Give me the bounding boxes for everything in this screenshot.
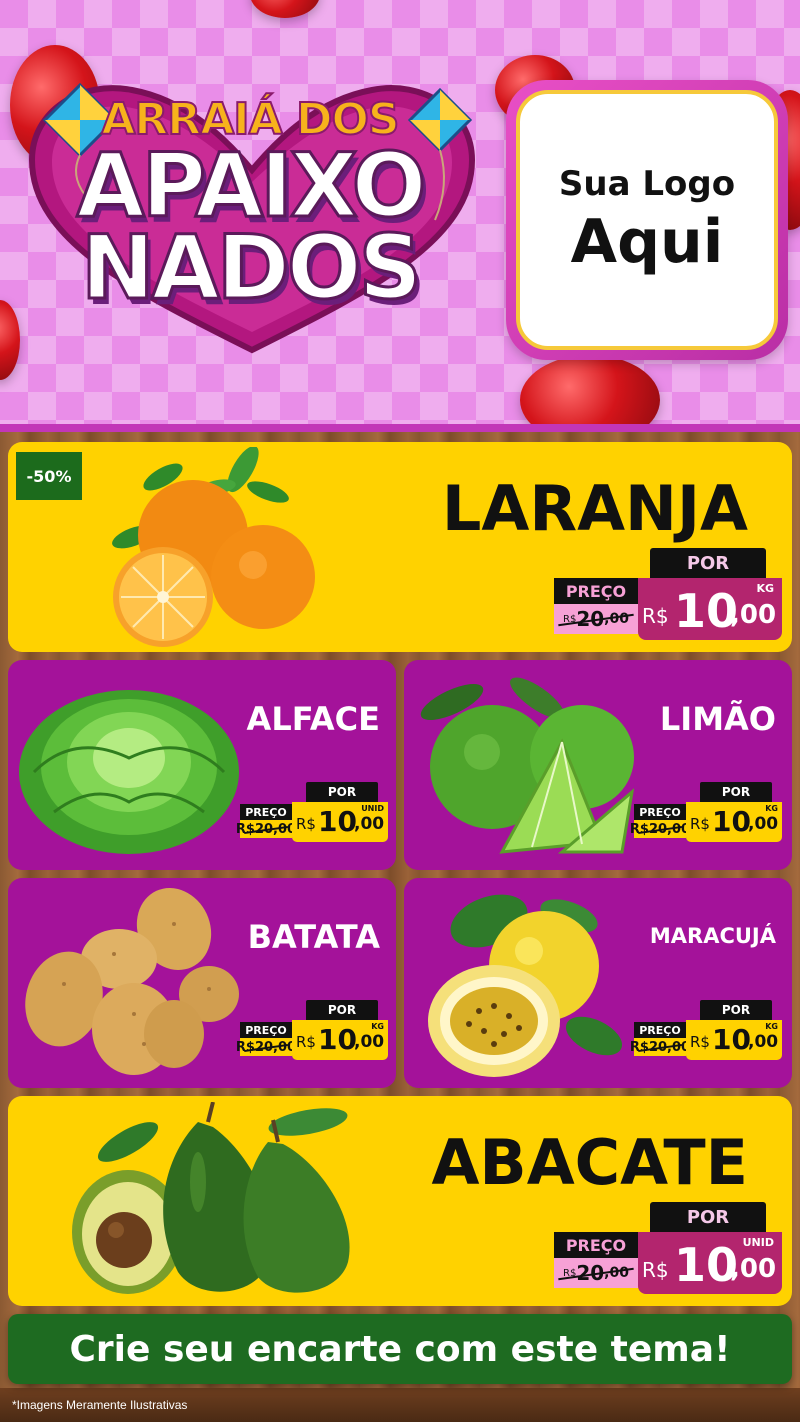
old-price: R$20,00 <box>630 1038 690 1056</box>
old-price: R$20,00 <box>630 820 690 838</box>
price-decimal: ,00 <box>748 1032 779 1052</box>
product-card-laranja[interactable]: -50% LARANJA POR PREÇO R$20,00 R$ 10 ,00… <box>8 442 792 652</box>
event-title: ARRAIÁ DOS APAIXO NADOS <box>40 94 460 345</box>
orange-image <box>112 447 315 647</box>
price-unit: UNID <box>361 804 384 813</box>
potato-image <box>25 888 239 1075</box>
product-card-abacate[interactable]: ABACATE POR PREÇO R$20,00 R$ 10 ,00 UNID <box>8 1096 792 1306</box>
lime-image <box>420 677 635 854</box>
preco-label: PREÇO <box>240 804 292 820</box>
price-unit: UNID <box>742 1236 774 1249</box>
price-currency: R$ <box>642 1258 669 1282</box>
heart-balloon-icon <box>250 0 320 18</box>
por-label: POR <box>650 548 766 578</box>
logo-text-line-1: Sua Logo <box>558 164 736 204</box>
lettuce-image <box>19 690 239 854</box>
title-line-2: APAIXO <box>75 134 428 237</box>
product-name: ALFACE <box>246 700 380 738</box>
price-integer: 10 <box>318 1023 357 1056</box>
create-flyer-button[interactable]: Crie seu encarte com este tema! <box>8 1314 792 1384</box>
price-decimal: ,00 <box>354 1032 385 1052</box>
price-currency: R$ <box>296 1033 316 1051</box>
avocado-image <box>72 1102 350 1294</box>
new-price: R$ 10 ,00 UNID <box>638 1232 782 1294</box>
price-integer: 10 <box>674 1238 739 1292</box>
old-price: R$20,00 <box>236 1038 296 1056</box>
new-price: R$ 10 ,00 KG <box>292 1020 388 1060</box>
logo-placeholder[interactable]: Sua Logo Aqui <box>506 80 788 360</box>
por-label: POR <box>306 782 378 802</box>
product-name: MARACUJÁ <box>649 924 776 948</box>
price-currency: R$ <box>642 604 669 628</box>
price-currency: R$ <box>690 815 710 833</box>
por-label: POR <box>700 782 772 802</box>
price-decimal: ,00 <box>748 814 779 834</box>
old-price: R$20,00 <box>554 604 638 634</box>
heart-balloon-icon <box>520 355 660 432</box>
product-name: LARANJA <box>441 472 748 545</box>
new-price: R$ 10 ,00 KG <box>686 802 782 842</box>
title-line-3: NADOS <box>80 216 424 319</box>
product-card-maracuja[interactable]: MARACUJÁ POR PREÇO R$20,00 R$ 10 ,00 KG <box>404 878 792 1088</box>
preco-label: PREÇO <box>634 1022 686 1038</box>
por-label: POR <box>650 1202 766 1232</box>
product-name: LIMÃO <box>659 700 776 738</box>
price-integer: 10 <box>318 805 357 838</box>
header-banner: ARRAIÁ DOS APAIXO NADOS Sua Logo Aqui <box>0 0 800 432</box>
price-integer: 10 <box>674 584 739 638</box>
passion-fruit-image <box>428 894 623 1077</box>
discount-badge: -50% <box>16 452 82 500</box>
preco-label: PREÇO <box>240 1022 292 1038</box>
product-card-limao[interactable]: LIMÃO POR PREÇO R$20,00 R$ 10 ,00 KG <box>404 660 792 870</box>
price-unit: KG <box>371 1022 384 1031</box>
new-price: R$ 10 ,00 KG <box>638 578 782 640</box>
price-unit: KG <box>765 1022 778 1031</box>
preco-label: PREÇO <box>554 578 638 604</box>
new-price: R$ 10 ,00 UNID <box>292 802 388 842</box>
price-unit: KG <box>765 804 778 813</box>
price-decimal: ,00 <box>730 600 777 630</box>
preco-label: PREÇO <box>634 804 686 820</box>
product-name: ABACATE <box>431 1126 748 1199</box>
por-label: POR <box>700 1000 772 1020</box>
price-unit: KG <box>756 582 774 595</box>
product-card-batata[interactable]: BATATA POR PREÇO R$20,00 R$ 10 ,00 KG <box>8 878 396 1088</box>
logo-text-line-2: Aqui <box>570 207 724 277</box>
price-decimal: ,00 <box>354 814 385 834</box>
price-currency: R$ <box>296 815 316 833</box>
price-integer: 10 <box>712 1023 751 1056</box>
price-decimal: ,00 <box>730 1254 777 1284</box>
price-currency: R$ <box>690 1033 710 1051</box>
preco-label: PREÇO <box>554 1232 638 1258</box>
old-price: R$20,00 <box>236 820 296 838</box>
product-card-alface[interactable]: ALFACE POR PREÇO R$20,00 R$ 10 ,00 UNID <box>8 660 396 870</box>
old-price: R$20,00 <box>554 1258 638 1288</box>
por-label: POR <box>306 1000 378 1020</box>
disclaimer-text: *Imagens Meramente Ilustrativas <box>12 1398 188 1412</box>
price-integer: 10 <box>712 805 751 838</box>
product-name: BATATA <box>247 918 380 956</box>
new-price: R$ 10 ,00 KG <box>686 1020 782 1060</box>
